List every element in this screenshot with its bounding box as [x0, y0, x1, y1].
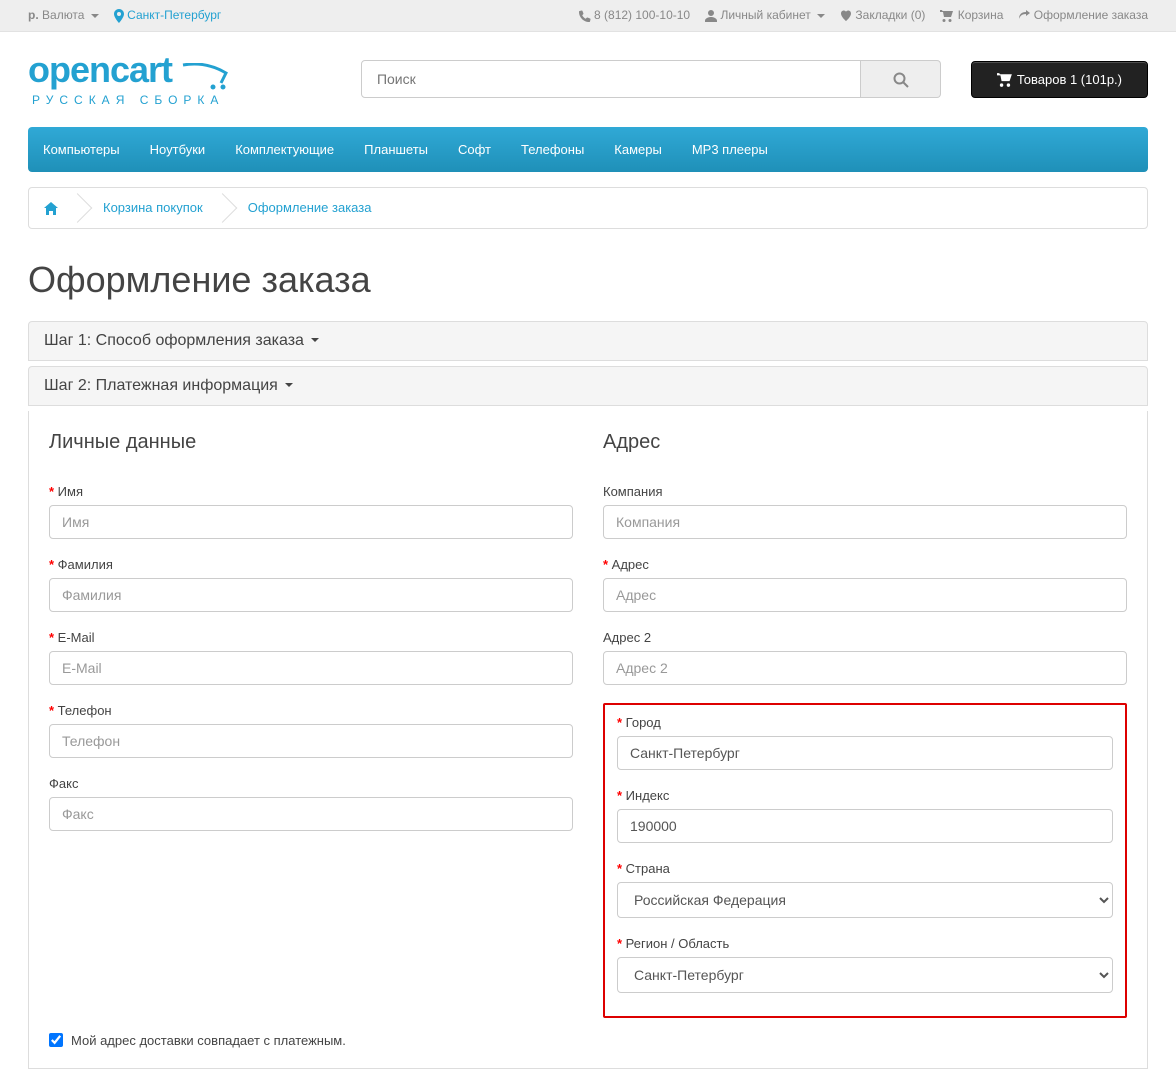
checkout-text: Оформление заказа [1034, 8, 1148, 22]
nav-computers[interactable]: Компьютеры [28, 127, 135, 172]
address-column: Адрес Компания Адрес Адрес 2 Город [603, 431, 1127, 1033]
phone-label: Телефон [49, 703, 573, 718]
city-input[interactable] [617, 736, 1113, 770]
currency-symbol: р. [28, 8, 39, 22]
lastname-input[interactable] [49, 578, 573, 612]
breadcrumb-cart[interactable]: Корзина покупок [103, 200, 203, 215]
step1-heading[interactable]: Шаг 1: Способ оформления заказа [28, 321, 1148, 361]
nav-components[interactable]: Комплектующие [220, 127, 349, 172]
company-input[interactable] [603, 505, 1127, 539]
breadcrumb: Корзина покупок Оформление заказа [28, 187, 1148, 229]
logo-subtitle: Русская сборка [32, 93, 231, 107]
search-bar [361, 60, 941, 98]
postcode-label: Индекс [617, 788, 1113, 803]
address-heading: Адрес [603, 431, 1127, 464]
header: opencart Русская сборка Товаров 1 (101р.… [0, 32, 1176, 127]
nav-mp3[interactable]: MP3 плееры [677, 127, 783, 172]
cart-button[interactable]: Товаров 1 (101р.) [971, 61, 1148, 99]
same-address-label: Мой адрес доставки совпадает с платежным… [71, 1033, 346, 1048]
topnav-checkout-link[interactable]: Оформление заказа [1018, 8, 1148, 22]
search-button[interactable] [861, 60, 941, 98]
search-input[interactable] [361, 60, 861, 98]
lastname-label: Фамилия [49, 557, 573, 572]
cart-icon [997, 73, 1013, 87]
step2-heading[interactable]: Шаг 2: Платежная информация [28, 366, 1148, 406]
city-label: Город [617, 715, 1113, 730]
chevron-down-icon [91, 14, 99, 18]
city-selector[interactable]: Санкт-Петербург [114, 8, 221, 23]
postcode-input[interactable] [617, 809, 1113, 843]
nav-laptops[interactable]: Ноутбуки [135, 127, 221, 172]
breadcrumb-checkout[interactable]: Оформление заказа [248, 200, 372, 215]
breadcrumb-home[interactable] [44, 200, 58, 215]
email-input[interactable] [49, 651, 573, 685]
cart-button-text: Товаров 1 (101р.) [1017, 72, 1122, 87]
step2-body: Личные данные Имя Фамилия E-Mail Телефон [28, 411, 1148, 1069]
firstname-label: Имя [49, 484, 573, 499]
chevron-down-icon [311, 338, 319, 342]
nav-phones[interactable]: Телефоны [506, 127, 599, 172]
home-icon [44, 202, 58, 216]
nav-tablets[interactable]: Планшеты [349, 127, 443, 172]
wishlist-link[interactable]: Закладки (0) [840, 8, 925, 22]
country-label: Страна [617, 861, 1113, 876]
phone-text: 8 (812) 100-10-10 [594, 8, 690, 22]
phone-input[interactable] [49, 724, 573, 758]
company-label: Компания [603, 484, 1127, 499]
firstname-input[interactable] [49, 505, 573, 539]
address2-input[interactable] [603, 651, 1127, 685]
fax-input[interactable] [49, 797, 573, 831]
top-bar: р. Валюта Санкт-Петербург 8 (812) 100-10… [0, 0, 1176, 32]
currency-text: Валюта [42, 8, 84, 22]
main-nav: Компьютеры Ноутбуки Комплектующие Планше… [28, 127, 1148, 172]
address1-input[interactable] [603, 578, 1127, 612]
logo[interactable]: opencart Русская сборка [28, 52, 231, 107]
country-select[interactable]: Российская Федерация [617, 882, 1113, 918]
nav-software[interactable]: Софт [443, 127, 506, 172]
same-address-checkbox[interactable] [49, 1033, 63, 1047]
email-label: E-Mail [49, 630, 573, 645]
chevron-down-icon [817, 14, 825, 18]
chevron-down-icon [285, 383, 293, 387]
cart-icon [940, 10, 954, 22]
logo-text: opencart [28, 49, 172, 90]
logo-cart-icon [181, 63, 231, 93]
step1-label: Шаг 1: Способ оформления заказа [44, 332, 304, 349]
account-text: Личный кабинет [720, 8, 810, 22]
region-label: Регион / Область [617, 936, 1113, 951]
topnav-cart-link[interactable]: Корзина [940, 8, 1003, 22]
search-icon [893, 72, 909, 88]
step2-label: Шаг 2: Платежная информация [44, 377, 278, 394]
map-marker-icon [114, 9, 124, 23]
address2-label: Адрес 2 [603, 630, 1127, 645]
page-title: Оформление заказа [28, 259, 1148, 301]
wishlist-text: Закладки (0) [855, 8, 925, 22]
address1-label: Адрес [603, 557, 1127, 572]
same-address-row: Мой адрес доставки совпадает с платежным… [49, 1033, 1127, 1048]
highlighted-region: Город Индекс Страна Российская Федерация [603, 703, 1127, 1018]
cart-text: Корзина [958, 8, 1004, 22]
user-icon [705, 10, 717, 22]
heart-icon [840, 10, 852, 22]
share-icon [1018, 10, 1030, 22]
phone-link[interactable]: 8 (812) 100-10-10 [579, 8, 690, 22]
city-label: Санкт-Петербург [127, 8, 221, 22]
account-dropdown[interactable]: Личный кабинет [705, 8, 825, 22]
personal-heading: Личные данные [49, 431, 573, 464]
phone-icon [579, 10, 591, 22]
currency-dropdown[interactable]: р. Валюта [28, 8, 99, 22]
personal-column: Личные данные Имя Фамилия E-Mail Телефон [49, 431, 573, 1033]
fax-label: Факс [49, 776, 573, 791]
region-select[interactable]: Санкт-Петербург [617, 957, 1113, 993]
nav-cameras[interactable]: Камеры [599, 127, 677, 172]
